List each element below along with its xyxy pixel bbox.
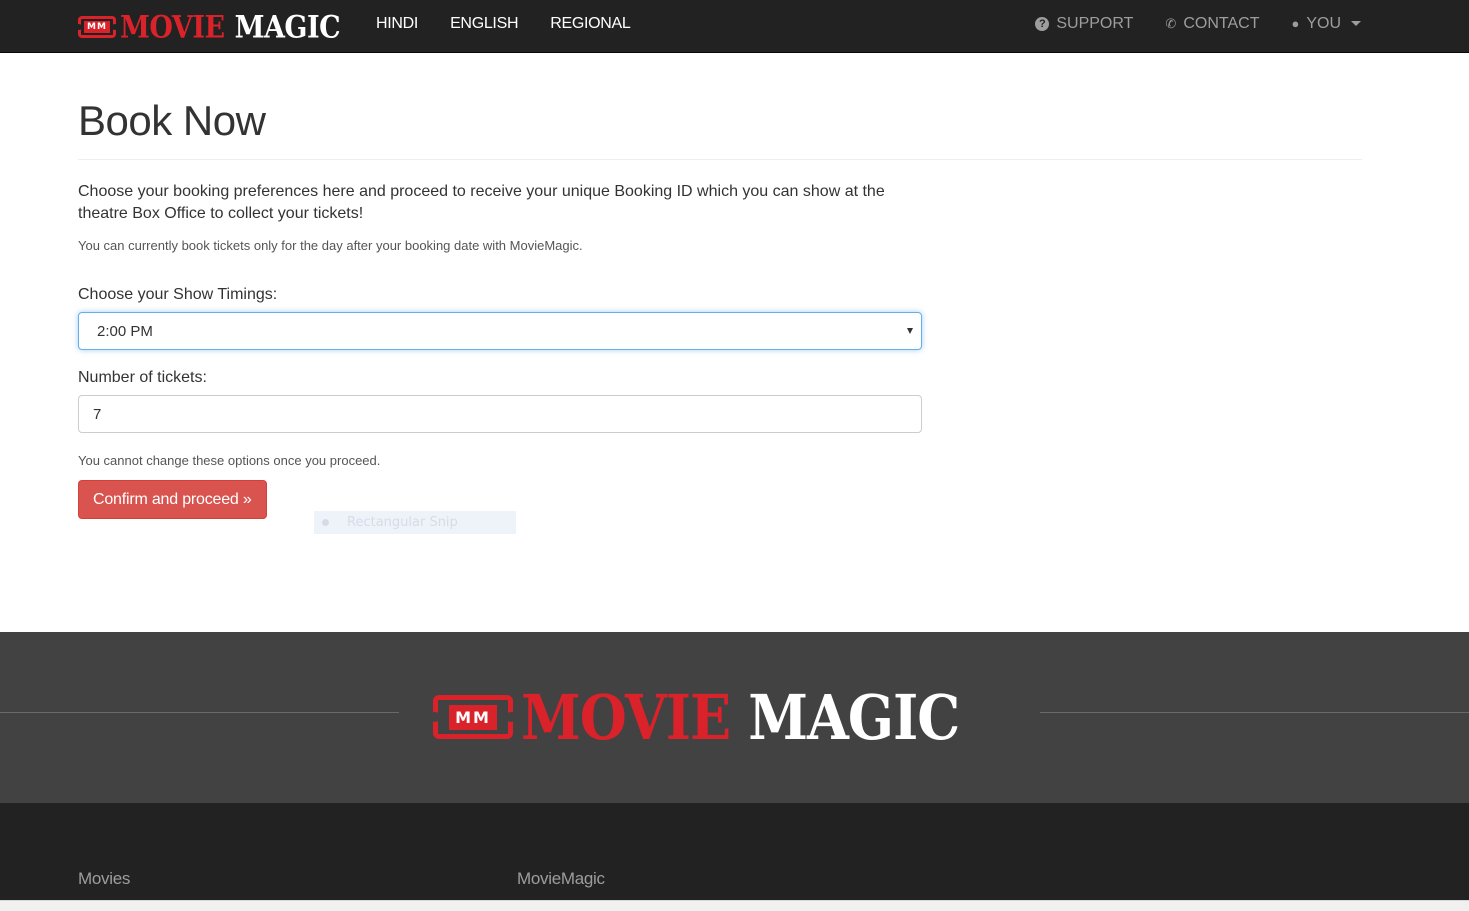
nav-support[interactable]: ? SUPPORT — [1019, 0, 1149, 47]
snip-tooltip: Rectangular Snip — [314, 511, 516, 534]
booking-note: You can currently book tickets only for … — [78, 238, 583, 253]
booking-section: Book Now Choose your booking preferences… — [78, 53, 1362, 519]
page-title: Book Now — [78, 97, 266, 144]
navbar: MM MOVIE MAGIC HINDI ENGLISH REGIONAL ? … — [0, 0, 1469, 53]
nav-user-label: YOU — [1306, 14, 1341, 32]
confirm-proceed-button[interactable]: Confirm and proceed » — [78, 480, 267, 519]
nav-contact[interactable]: ✆ CONTACT — [1149, 0, 1275, 47]
nav-english[interactable]: ENGLISH — [434, 0, 534, 53]
snip-label: Rectangular Snip — [347, 515, 458, 530]
nav-hindi[interactable]: HINDI — [360, 0, 434, 53]
footer-line-left — [0, 712, 399, 713]
nav-support-label: SUPPORT — [1056, 14, 1134, 32]
nav-regional[interactable]: REGIONAL — [534, 0, 646, 53]
question-circle-icon: ? — [1035, 16, 1050, 31]
footer-col-movies: Movies — [78, 869, 131, 888]
footer-col-moviemagic: MovieMagic — [517, 869, 605, 888]
dropdown-arrow-icon — [907, 328, 913, 334]
nav-contact-label: CONTACT — [1183, 14, 1260, 32]
footer-ticket-text: MM — [449, 704, 497, 730]
brand-logo[interactable]: MM MOVIE MAGIC — [76, 9, 341, 45]
snip-dot-icon — [322, 519, 329, 526]
user-icon: ● — [1291, 16, 1300, 31]
nav-right: ? SUPPORT ✆ CONTACT ● YOU — [1019, 0, 1377, 53]
tickets-label: Number of tickets: — [78, 369, 207, 386]
show-timings-label: Choose your Show Timings: — [78, 286, 278, 303]
show-timings-value: 2:00 PM — [97, 323, 153, 340]
show-timings-select[interactable]: 2:00 PM — [78, 312, 922, 350]
brand-white-text: MAGIC — [234, 9, 341, 45]
help-text: You cannot change these options once you… — [78, 453, 381, 468]
tickets-input[interactable]: 7 — [78, 395, 922, 433]
lead-text: Choose your booking preferences here and… — [78, 183, 885, 222]
title-divider — [78, 159, 1362, 160]
brand-red-text: MOVIE — [120, 9, 225, 45]
ticket-icon: MM — [76, 16, 118, 38]
footer-brand-band: MM MOVIE MAGIC — [0, 632, 1469, 803]
ticket-text: MM — [84, 21, 110, 33]
nav-user-dropdown[interactable]: ● YOU — [1275, 0, 1377, 47]
footer-brand-red: MOVIE — [521, 680, 731, 754]
footer-logo: MM MOVIE MAGIC — [430, 680, 960, 754]
footer-links: Movies MovieMagic — [0, 803, 1469, 900]
phone-icon: ✆ — [1165, 15, 1177, 31]
footer-line-right — [1040, 712, 1469, 713]
caret-down-icon — [1351, 21, 1361, 26]
footer-brand-white: MAGIC — [748, 680, 960, 754]
nav-languages: HINDI ENGLISH REGIONAL — [360, 0, 647, 53]
footer-ticket-icon: MM — [430, 695, 516, 739]
browser-status-bar — [0, 900, 1469, 911]
